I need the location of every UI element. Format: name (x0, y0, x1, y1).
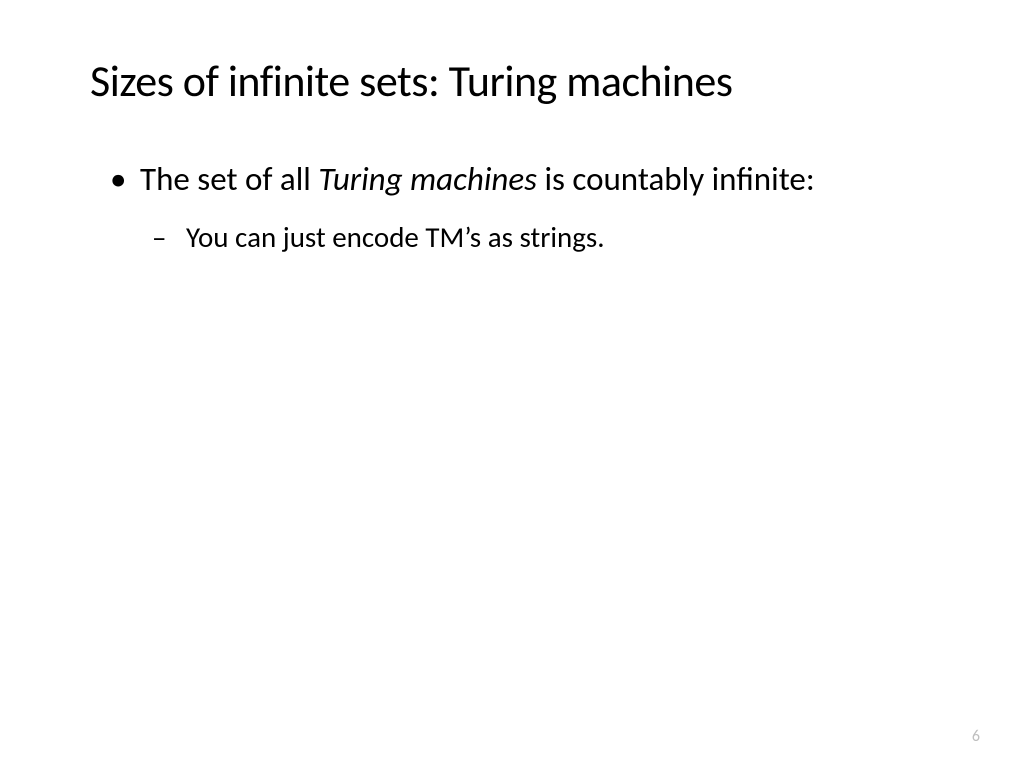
bullet-list-level2: You can just encode TM’s as strings. (140, 219, 934, 257)
slide-title: Sizes of infinite sets: Turing machines (90, 55, 934, 108)
bullet1-text-pre: The set of all (140, 159, 318, 199)
slide-content: The set of all Turing machines is counta… (90, 158, 934, 257)
slide-container: Sizes of infinite sets: Turing machines … (0, 0, 1024, 768)
sub-bullet-item-1: You can just encode TM’s as strings. (152, 219, 934, 257)
bullet1-text-italic: Turing machines (318, 159, 537, 199)
bullet1-text-post: is countably infinite: (537, 159, 815, 199)
bullet-list-level1: The set of all Turing machines is counta… (110, 158, 934, 257)
bullet-item-1: The set of all Turing machines is counta… (110, 158, 934, 257)
page-number: 6 (972, 727, 980, 746)
